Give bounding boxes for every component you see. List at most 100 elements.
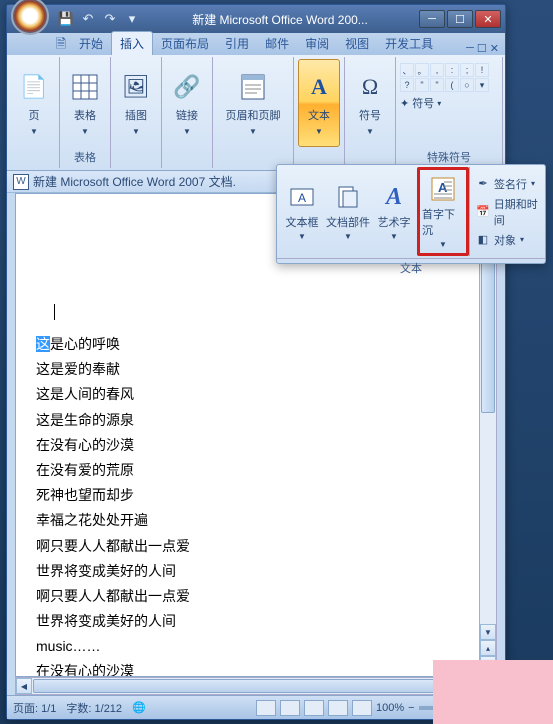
zoom-out-button[interactable]: − <box>408 702 414 714</box>
float-group-label: 文本 <box>277 258 545 277</box>
language-icon[interactable]: 🌐 <box>132 701 146 714</box>
table-button[interactable]: 表格 ▼ <box>64 59 106 147</box>
page-status[interactable]: 页面: 1/1 <box>13 700 56 716</box>
text-line[interactable]: 这是生命的源泉 <box>36 408 476 433</box>
text-line[interactable]: 死神也望而却步 <box>36 483 476 508</box>
text-line[interactable]: music…… <box>36 634 476 659</box>
header-footer-button[interactable]: 页眉和页脚 ▼ <box>217 59 289 147</box>
chevron-down-icon: ▼ <box>439 240 447 249</box>
zoom-level[interactable]: 100% <box>376 702 404 714</box>
dropcap-button[interactable]: A 首字下沉 ▼ <box>421 171 465 252</box>
status-bar: 页面: 1/1 字数: 1/212 🌐 100% − + <box>7 695 505 719</box>
word-count[interactable]: 字数: 1/212 <box>66 700 122 716</box>
more-symbols-button[interactable]: ✦符号▾ <box>400 95 441 111</box>
signature-line-button[interactable]: ✒ 签名行▾ <box>474 175 543 193</box>
minimize-ribbon-icon[interactable]: ─ <box>466 42 474 55</box>
doc-small-icon[interactable]: 🗎 <box>51 37 71 55</box>
tab-developer[interactable]: 开发工具 <box>377 32 441 55</box>
text-line[interactable]: 世界将变成美好的人间 <box>36 609 476 634</box>
chevron-down-icon: ▼ <box>344 232 352 241</box>
fullscreen-view[interactable] <box>280 700 300 716</box>
undo-icon[interactable]: ↶ <box>79 10 97 28</box>
text-icon: A <box>303 71 335 103</box>
document-title: 新建 Microsoft Office Word 2007 文档. <box>33 173 236 190</box>
tab-mail[interactable]: 邮件 <box>257 32 297 55</box>
text-button[interactable]: A 文本 ▼ <box>298 59 340 147</box>
tab-insert[interactable]: 插入 <box>111 31 153 55</box>
text-line[interactable]: 啊只要人人都献出一点爱 <box>36 584 476 609</box>
tab-references[interactable]: 引用 <box>217 32 257 55</box>
illustration-label: 插图 <box>125 107 147 123</box>
object-button[interactable]: ◧ 对象▾ <box>474 231 543 249</box>
redo-icon[interactable]: ↷ <box>101 10 119 28</box>
chevron-down-icon: ▼ <box>183 127 191 136</box>
svg-text:A: A <box>298 191 306 205</box>
wordart-icon: A <box>378 182 410 212</box>
office-button[interactable] <box>11 0 49 35</box>
web-layout-view[interactable] <box>304 700 324 716</box>
restore-window-icon[interactable]: ☐ <box>477 42 487 55</box>
tab-home[interactable]: 开始 <box>71 32 111 55</box>
dropcap-icon: A <box>427 174 459 204</box>
link-button[interactable]: 🔗 链接 ▼ <box>166 59 208 147</box>
page-icon: 📄 <box>18 71 50 103</box>
maximize-button[interactable]: ☐ <box>447 10 473 28</box>
word-doc-icon: W <box>13 174 29 190</box>
text-group-flyout: A 文本框 ▼ 文档部件 ▼ A 艺术字 ▼ A 首字下沉 ▼ <box>276 164 546 264</box>
table-label: 表格 <box>74 107 96 123</box>
object-icon: ◧ <box>476 233 490 247</box>
tab-review[interactable]: 审阅 <box>297 32 337 55</box>
illustration-button[interactable]: 🖼 插图 ▼ <box>115 59 157 147</box>
header-footer-label: 页眉和页脚 <box>226 107 281 123</box>
text-label: 文本 <box>308 107 330 123</box>
omega-icon: Ω <box>354 71 386 103</box>
chevron-down-icon: ▼ <box>390 232 398 241</box>
symbol-button[interactable]: Ω 符号 ▼ <box>349 59 391 147</box>
draft-view[interactable] <box>352 700 372 716</box>
scroll-down-button[interactable]: ▼ <box>480 624 496 640</box>
chevron-down-icon: ▼ <box>366 127 374 136</box>
minimize-button[interactable]: ─ <box>419 10 445 28</box>
text-line[interactable]: 这是爱的奉献 <box>36 357 476 382</box>
text-line[interactable]: 这是心的呼唤 <box>36 332 476 357</box>
tab-page-layout[interactable]: 页面布局 <box>153 32 217 55</box>
chevron-down-icon: ▼ <box>30 127 38 136</box>
outline-view[interactable] <box>328 700 348 716</box>
chevron-down-icon: ▼ <box>249 127 257 136</box>
text-line[interactable]: 幸福之花处处开遍 <box>36 508 476 533</box>
scroll-left-button[interactable]: ◀ <box>16 678 32 694</box>
text-line[interactable]: 啊只要人人都献出一点爱 <box>36 534 476 559</box>
table-icon <box>69 71 101 103</box>
save-icon[interactable]: 💾 <box>57 10 75 28</box>
textbox-button[interactable]: A 文本框 ▼ <box>279 167 325 256</box>
text-cursor <box>54 304 476 320</box>
text-line[interactable]: 在没有心的沙漠 <box>36 659 476 677</box>
symbol-label: 符号 <box>359 107 381 123</box>
textbox-icon: A <box>286 182 318 212</box>
date-time-button[interactable]: 📅 日期和时间 <box>474 195 543 229</box>
chevron-down-icon: ▼ <box>81 127 89 136</box>
picture-icon: 🖼 <box>120 71 152 103</box>
page-button[interactable]: 📄 页 ▼ <box>13 59 55 147</box>
text-line[interactable]: 在没有爱的荒原 <box>36 458 476 483</box>
star-icon: ✦ <box>400 97 409 110</box>
qat-dropdown-icon[interactable]: ▾ <box>123 10 141 28</box>
prev-page-button[interactable]: ▴ <box>480 640 496 656</box>
link-icon: 🔗 <box>171 71 203 103</box>
calendar-icon: 📅 <box>476 205 490 219</box>
close-doc-icon[interactable]: ✕ <box>490 42 499 55</box>
horizontal-scrollbar[interactable]: ◀ ▶ <box>15 677 497 695</box>
text-line[interactable]: 世界将变成美好的人间 <box>36 559 476 584</box>
text-line[interactable]: 这是人间的春风 <box>36 382 476 407</box>
table-group-label: 表格 <box>64 148 106 166</box>
page-label: 页 <box>29 107 40 123</box>
text-line[interactable]: 在没有心的沙漠 <box>36 433 476 458</box>
tab-view[interactable]: 视图 <box>337 32 377 55</box>
close-button[interactable]: ✕ <box>475 10 501 28</box>
selected-text[interactable]: 这 <box>36 336 50 352</box>
special-symbols-grid[interactable]: 、。,:;! ?""(○▾ <box>400 63 489 92</box>
print-layout-view[interactable] <box>256 700 276 716</box>
wordart-button[interactable]: A 艺术字 ▼ <box>371 167 417 256</box>
doc-parts-button[interactable]: 文档部件 ▼ <box>325 167 371 256</box>
scroll-thumb-h[interactable] <box>33 679 479 693</box>
